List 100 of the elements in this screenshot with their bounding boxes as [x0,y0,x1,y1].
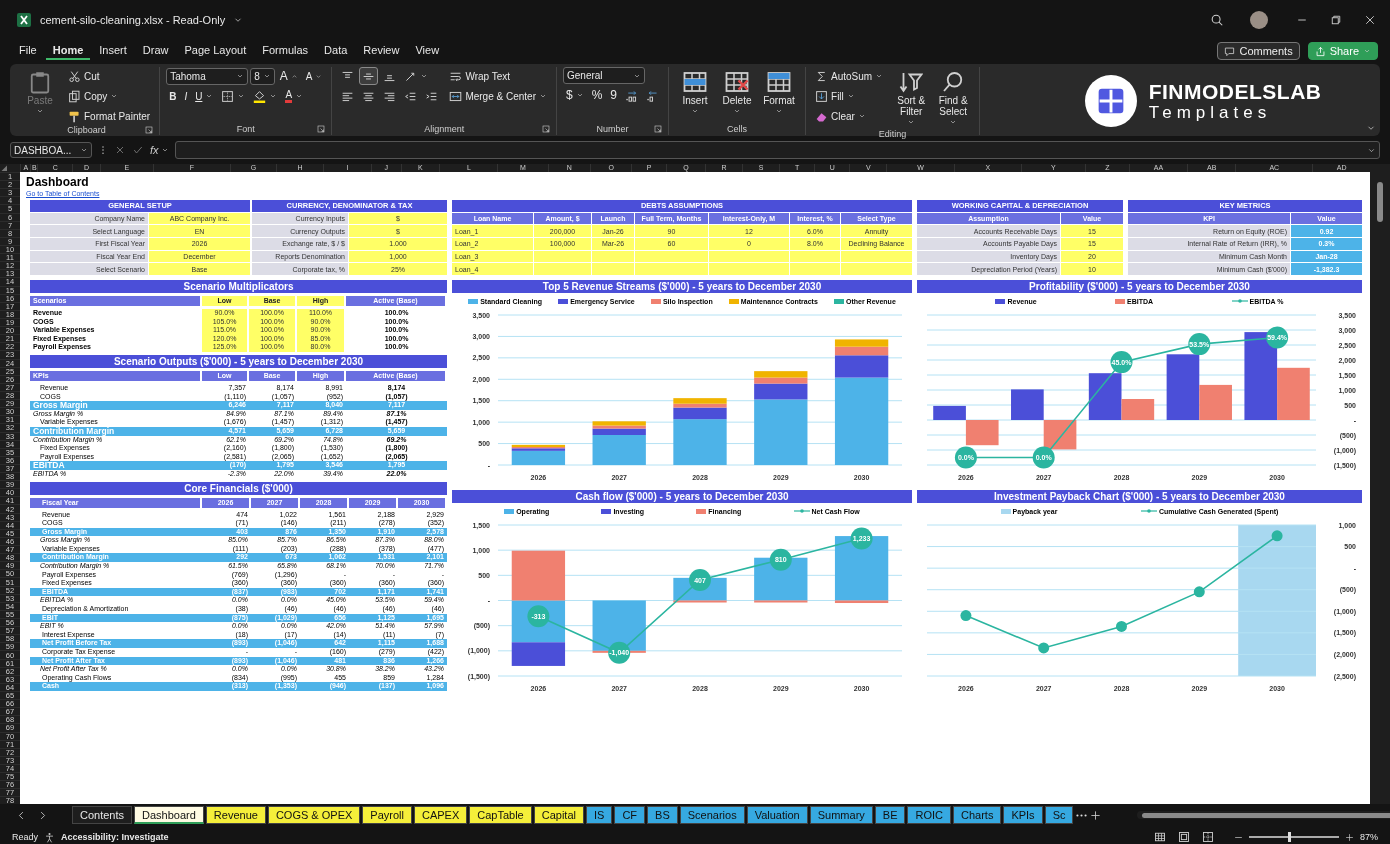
dropdown[interactable]: 8 [250,67,275,85]
row-label: EBITDA [30,461,202,470]
ribbon-button[interactable]: Delete [717,67,758,118]
sheet-tab[interactable]: Contents [72,806,133,824]
format-cells-icon [767,70,792,94]
search-icon[interactable] [1210,13,1224,27]
menu-tab[interactable]: Formulas [255,42,316,60]
caret-icon [1363,47,1371,55]
sheet-tab[interactable]: Summary [809,806,873,824]
ribbon-button[interactable]: Find & Select [933,67,974,129]
ribbon-button[interactable]: A [302,67,326,85]
ribbon-button[interactable]: A [276,67,301,85]
sheet-tab[interactable]: BS [647,806,678,824]
fill-color-icon [253,89,267,103]
ribbon-button[interactable]: B [166,87,180,105]
group-label: Clipboard [67,125,106,135]
input-cell [790,263,840,275]
ribbon-button[interactable]: Clear [812,107,869,125]
sheet-tab[interactable]: CapTable [469,806,532,824]
comment-icon [1224,45,1236,57]
dropdown[interactable]: General [563,67,645,84]
sheet-tab[interactable]: Sc [1044,806,1074,824]
accessibility-status[interactable]: Accessibility: Investigate [61,832,169,842]
data-point [689,569,711,591]
dialog-launcher-icon[interactable] [542,125,550,133]
ribbon-button[interactable]: % [588,86,606,104]
dialog-launcher-icon[interactable] [317,125,326,133]
caret-up-icon [290,72,298,80]
dialog-launcher-icon[interactable] [145,126,154,134]
formula-input-field[interactable] [174,141,1380,159]
avatar[interactable] [1250,11,1268,29]
sheet-tab[interactable]: KPIs [1003,806,1043,824]
ribbon-button[interactable]: Copy [65,87,122,105]
input-cell [790,250,840,263]
ribbon-button[interactable]: Wrap Text [446,67,514,85]
slider-thumb[interactable] [1288,832,1292,842]
data-point [850,527,873,550]
action-button[interactable]: Comments [1217,42,1300,60]
sheet-tab[interactable]: COGS & OPEX [267,806,361,824]
share-icon [1314,45,1326,57]
name-box[interactable]: DASHBOA... [10,142,92,158]
dialog-launcher-icon[interactable] [654,125,663,133]
row-label: Contribution Margin [30,426,202,436]
menu-tab[interactable]: Page Layout [177,42,254,60]
sheet-tab[interactable]: BE [874,806,906,824]
ribbon-button[interactable]: AutoSum [812,67,887,85]
dropdown[interactable]: Tahoma [166,67,249,85]
accessibility-icon[interactable] [44,831,55,843]
sheet-tab[interactable]: IS [586,806,613,824]
ribbon-button[interactable]: U [192,87,217,105]
sheet-tab[interactable]: CF [614,806,646,824]
sheet-tab[interactable]: Payroll [362,806,412,824]
menu-tab[interactable]: Insert [92,42,134,60]
group-label: Alignment [424,124,465,134]
group-label: Number [596,124,629,134]
insert-function-button[interactable]: fx [150,144,169,156]
menu-tab[interactable]: Data [317,42,355,60]
page-layout-icon[interactable] [1178,831,1190,843]
sheet-tab[interactable]: Charts [953,806,1002,824]
data-point [960,610,972,622]
sheet-tab[interactable]: Valuation [746,806,808,824]
spreadsheet-app-icon[interactable] [16,12,32,28]
ribbon-button[interactable]: $ [563,86,587,104]
border-icon [221,89,235,103]
ribbon-button[interactable]: Fill [812,87,858,105]
menu-tab[interactable]: Review [356,42,407,60]
page-break-icon[interactable] [1202,831,1214,843]
sheet-tab[interactable]: Scenarios [679,806,745,824]
ribbon-button[interactable]: 9 [607,86,621,104]
ribbon-button[interactable]: Insert [675,67,716,118]
normal-view-icon[interactable] [1154,831,1166,843]
restore-icon[interactable] [1330,14,1342,26]
plus-icon[interactable] [1090,809,1102,821]
logo-text: FINMODELSLAB [1148,80,1322,104]
menu-tab[interactable]: Home [45,42,91,60]
ribbon-button[interactable]: A [282,87,307,105]
ribbon-button[interactable]: Format [759,67,800,118]
sheet-tab[interactable]: Dashboard [134,806,204,824]
ribbon-button[interactable]: Sort & Filter [891,67,932,129]
menu-tab[interactable]: File [12,42,44,60]
ribbon-button[interactable]: Merge & Center [446,87,550,105]
input-cell [592,263,634,275]
close-icon[interactable] [1364,14,1376,26]
clipboard-icon [28,70,52,94]
sheet-tab[interactable]: Capital [533,806,584,824]
data-point [1193,586,1205,598]
sheet-tab[interactable]: CAPEX [413,806,468,824]
sheet-tab[interactable]: Revenue [205,806,266,824]
plus-icon[interactable] [1345,832,1354,842]
scrollbar[interactable] [1370,172,1390,804]
menu-tab[interactable]: Draw [135,42,176,60]
ribbon-button[interactable] [359,67,379,85]
sheet-tab[interactable]: ROIC [907,806,951,824]
scrollbar[interactable] [1137,811,1390,819]
ribbon-button[interactable]: I [181,87,191,105]
data-point [1271,530,1283,542]
menu-tab[interactable]: View [408,42,447,60]
ribbon-button[interactable]: Cut [65,67,103,85]
group-label: Editing [878,129,907,139]
ribbon-button[interactable]: Format Painter [65,107,154,125]
